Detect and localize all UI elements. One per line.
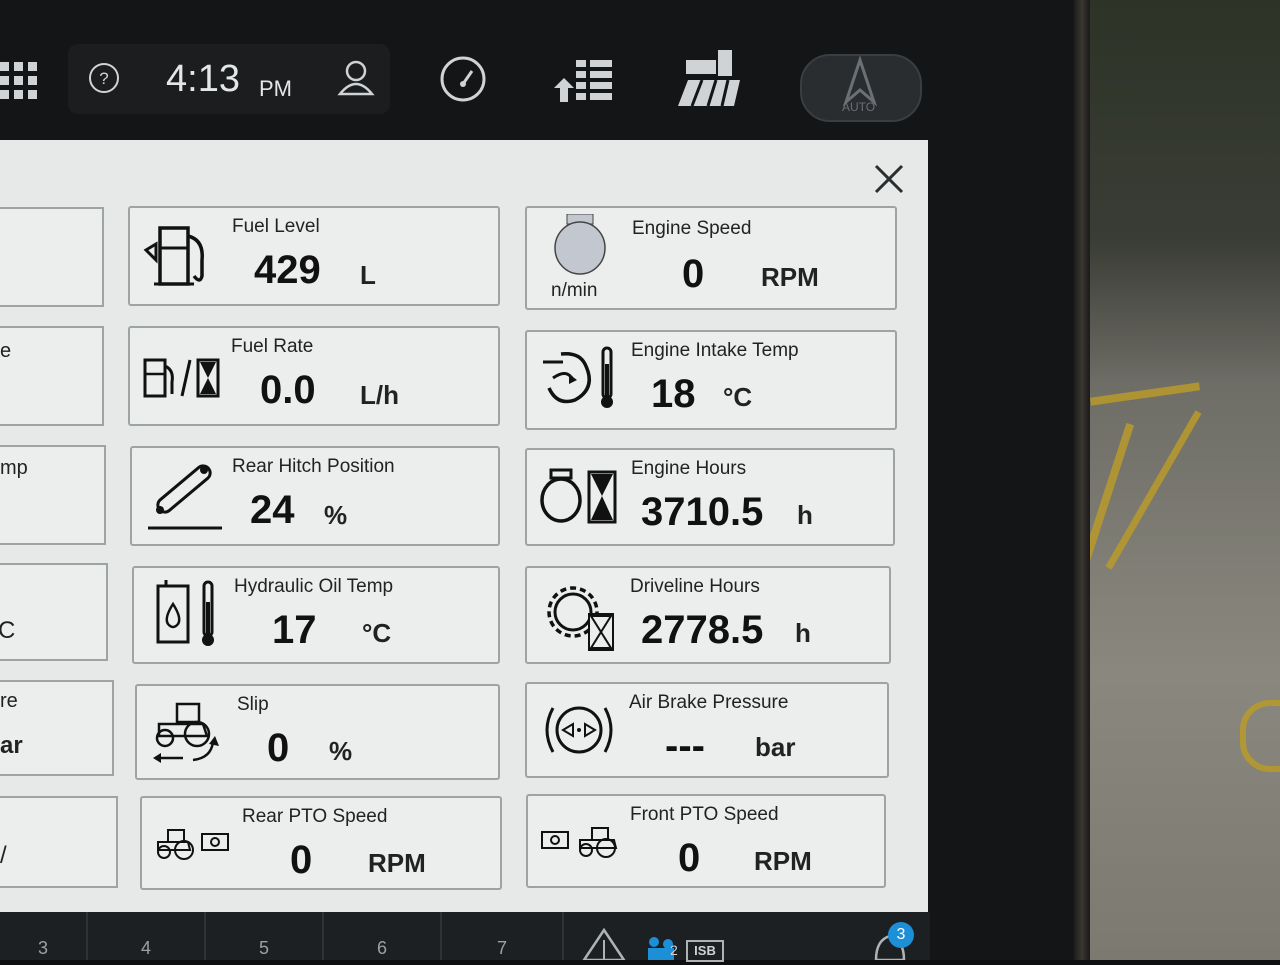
engine-speed-value: 0	[682, 252, 705, 296]
background-scene	[1073, 0, 1280, 960]
partial-tile-3[interactable]: mp	[0, 445, 106, 545]
rear-pto-speed-label: Rear PTO Speed	[242, 806, 388, 827]
bezel-edge	[1074, 0, 1090, 960]
rear-pto-icon	[154, 828, 234, 867]
front-pto-speed-label: Front PTO Speed	[630, 804, 779, 825]
slip-label: Slip	[237, 694, 269, 715]
field-map-icon[interactable]	[678, 50, 740, 107]
hydraulic-oil-temp-value: 17	[272, 608, 317, 652]
fuel-rate-label: Fuel Rate	[231, 336, 314, 357]
engine-intake-temp-value: 18	[651, 372, 696, 416]
rear-hitch-position-label: Rear Hitch Position	[232, 456, 395, 477]
page-tab-7[interactable]: 7	[442, 912, 564, 960]
partial-tile-1[interactable]	[0, 207, 104, 307]
driveline-hours-icon	[541, 578, 617, 659]
air-brake-pressure-label: Air Brake Pressure	[629, 692, 789, 713]
clock-ampm: PM	[259, 76, 292, 101]
tile-slip[interactable]: Slip 0 %	[135, 684, 500, 780]
driveline-hours-unit: h	[795, 618, 811, 648]
hydraulic-oil-temp-label: Hydraulic Oil Temp	[234, 576, 394, 597]
user-icon[interactable]	[336, 58, 376, 98]
partial-tile-6[interactable]: /	[0, 796, 118, 888]
apps-grid-icon[interactable]	[0, 62, 38, 100]
page-tab-5[interactable]: 5	[206, 912, 324, 960]
warning-icon[interactable]	[581, 927, 627, 962]
tile-driveline-hours[interactable]: Driveline Hours 2778.5 h	[525, 566, 891, 664]
engine-hours-label: Engine Hours	[631, 458, 747, 479]
hydraulic-oil-icon	[152, 578, 222, 653]
front-pto-speed-value: 0	[678, 836, 701, 880]
driveline-hours-value: 2778.5	[641, 608, 764, 652]
page-tab-4[interactable]: 4	[88, 912, 206, 960]
tile-rear-pto-speed[interactable]: Rear PTO Speed 0 RPM	[140, 796, 502, 890]
hydraulic-oil-temp-unit: °C	[362, 618, 392, 648]
tile-front-pto-speed[interactable]: Front PTO Speed 0 RPM	[526, 794, 886, 888]
svg-text:?: ?	[99, 69, 108, 88]
tile-air-brake-pressure[interactable]: Air Brake Pressure --- bar	[525, 682, 889, 778]
intake-temp-icon	[539, 344, 623, 415]
tile-engine-hours[interactable]: Engine Hours 3710.5 h	[525, 448, 895, 546]
layout-list-icon[interactable]	[554, 58, 614, 102]
help-icon[interactable]: ?	[88, 62, 120, 94]
page-tab-6[interactable]: 6	[324, 912, 442, 960]
fuel-rate-unit: L/h	[360, 380, 399, 410]
engine-hours-icon	[539, 468, 623, 531]
notification-badge: 3	[888, 922, 914, 948]
engine-speed-unit: RPM	[761, 262, 819, 292]
tile-fuel-level[interactable]: Fuel Level 429 L	[128, 206, 500, 306]
slip-unit: %	[329, 736, 353, 766]
slip-value: 0	[267, 726, 290, 770]
page-tab-3[interactable]: 3	[0, 912, 88, 960]
engine-intake-temp-label: Engine Intake Temp	[631, 340, 799, 361]
fuel-pump-icon	[142, 220, 222, 295]
engine-speed-icon-caption: n/min	[551, 280, 598, 301]
auto-label: AUTO	[842, 100, 876, 114]
front-pto-icon	[540, 826, 620, 865]
air-brake-icon	[541, 700, 617, 765]
partial-tile-5[interactable]: re ar	[0, 680, 114, 776]
tractor-slip-icon	[149, 698, 229, 773]
engine-hours-unit: h	[797, 500, 813, 530]
air-brake-pressure-unit: bar	[755, 732, 796, 762]
isb-button[interactable]: ISB	[686, 940, 724, 962]
gauge-icon[interactable]	[438, 56, 488, 102]
page-tabs-bar: 3 4 5 6 7 2 ISB 3	[0, 912, 930, 962]
rear-pto-speed-unit: RPM	[368, 848, 426, 878]
engine-icon	[553, 213, 609, 283]
engine-intake-temp-unit: °C	[723, 382, 753, 412]
clock-time: 4:13	[166, 58, 240, 100]
tile-rear-hitch-position[interactable]: Rear Hitch Position 24 %	[130, 446, 500, 546]
close-icon[interactable]	[872, 162, 906, 196]
engine-speed-label: Engine Speed	[632, 218, 752, 239]
fuel-rate-value: 0.0	[260, 368, 316, 412]
driveline-hours-label: Driveline Hours	[630, 576, 760, 597]
partial-tile-2[interactable]: e	[0, 326, 104, 426]
partial-tile-4[interactable]: C	[0, 563, 108, 661]
tile-hydraulic-oil-temp[interactable]: Hydraulic Oil Temp 17 °C	[132, 566, 500, 664]
tile-engine-speed[interactable]: n/min Engine Speed 0 RPM	[525, 206, 897, 310]
rear-hitch-position-value: 24	[250, 488, 295, 532]
autotrac-button[interactable]: AUTO	[800, 54, 922, 122]
rear-hitch-position-unit: %	[324, 500, 348, 530]
fuel-rate-icon	[142, 356, 224, 407]
tile-engine-intake-temp[interactable]: Engine Intake Temp 18 °C	[525, 330, 897, 430]
air-brake-pressure-value: ---	[665, 724, 705, 768]
fuel-level-label: Fuel Level	[232, 216, 320, 237]
fuel-level-value: 429	[254, 248, 321, 292]
tile-fuel-rate[interactable]: Fuel Rate 0.0 L/h	[128, 326, 500, 426]
rear-pto-speed-value: 0	[290, 838, 313, 882]
fuel-level-unit: L	[360, 260, 376, 290]
hitch-icon	[146, 460, 226, 537]
implement-count: 2	[670, 942, 678, 958]
engine-hours-value: 3710.5	[641, 490, 764, 534]
front-pto-speed-unit: RPM	[754, 846, 812, 876]
